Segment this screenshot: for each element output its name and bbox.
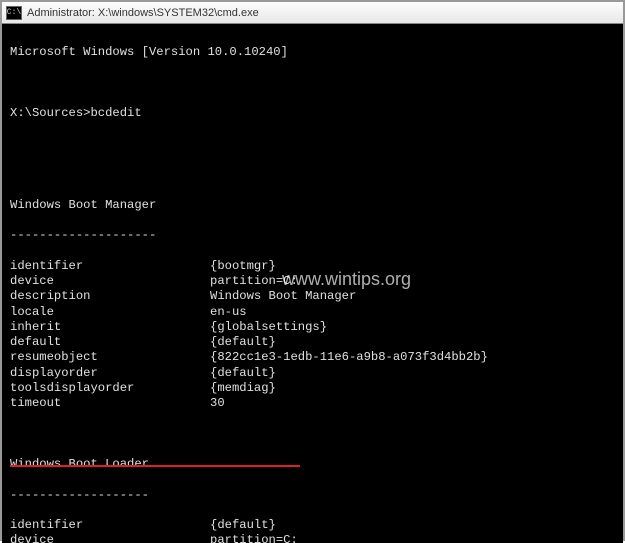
value: 30 xyxy=(210,396,225,411)
key: device xyxy=(10,533,210,543)
blank xyxy=(10,427,615,442)
boot-manager-row-locale: localeen-us xyxy=(10,305,615,320)
section-boot-manager-title: Windows Boot Manager xyxy=(10,198,615,213)
blank xyxy=(10,167,615,182)
boot-manager-row-resumeobject: resumeobject{822cc1e3-1edb-11e6-a9b8-a07… xyxy=(10,350,615,365)
blank xyxy=(10,76,615,91)
value: {default} xyxy=(210,518,276,533)
value: {default} xyxy=(210,366,276,381)
value: partition=C: xyxy=(210,533,298,543)
boot-loader-row-identifier: identifier{default} xyxy=(10,518,615,533)
key: resumeobject xyxy=(10,350,210,365)
highlight-underline-osdevice xyxy=(10,465,300,467)
cmd-icon: C:\ xyxy=(6,6,22,20)
value: {bootmgr} xyxy=(210,259,276,274)
value: {globalsettings} xyxy=(210,320,327,335)
value: Windows Boot Manager xyxy=(210,289,356,304)
value: {memdiag} xyxy=(210,381,276,396)
key: default xyxy=(10,335,210,350)
value: {822cc1e3-1edb-11e6-a9b8-a073f3d4bb2b} xyxy=(210,350,488,365)
boot-manager-row-timeout: timeout30 xyxy=(10,396,615,411)
boot-manager-row-displayorder: displayorder{default} xyxy=(10,366,615,381)
key: identifier xyxy=(10,259,210,274)
key: toolsdisplayorder xyxy=(10,381,210,396)
key: description xyxy=(10,289,210,304)
boot-manager-block: identifier{bootmgr}devicepartition=C:des… xyxy=(10,259,615,412)
key: displayorder xyxy=(10,366,210,381)
boot-loader-row-device: devicepartition=C: xyxy=(10,533,615,543)
boot-manager-row-description: descriptionWindows Boot Manager xyxy=(10,289,615,304)
titlebar[interactable]: C:\ Administrator: X:\windows\SYSTEM32\c… xyxy=(2,2,623,24)
key: locale xyxy=(10,305,210,320)
boot-manager-row-default: default{default} xyxy=(10,335,615,350)
value: partition=C: xyxy=(210,274,298,289)
divider: -------------------- xyxy=(10,228,615,243)
boot-loader-block: identifier{default}devicepartition=C:pat… xyxy=(10,518,615,543)
boot-manager-row-inherit: inherit{globalsettings} xyxy=(10,320,615,335)
boot-manager-row-toolsdisplayorder: toolsdisplayorder{memdiag} xyxy=(10,381,615,396)
prompt-bcdedit: X:\Sources>bcdedit xyxy=(10,106,615,121)
key: inherit xyxy=(10,320,210,335)
version-line: Microsoft Windows [Version 10.0.10240] xyxy=(10,45,615,60)
key: timeout xyxy=(10,396,210,411)
boot-manager-row-device: devicepartition=C: xyxy=(10,274,615,289)
boot-manager-row-identifier: identifier{bootmgr} xyxy=(10,259,615,274)
blank xyxy=(10,137,615,152)
key: identifier xyxy=(10,518,210,533)
window-title: Administrator: X:\windows\SYSTEM32\cmd.e… xyxy=(27,7,259,19)
divider: ------------------- xyxy=(10,488,615,503)
cmd-window: C:\ Administrator: X:\windows\SYSTEM32\c… xyxy=(2,2,623,543)
terminal-output[interactable]: Microsoft Windows [Version 10.0.10240] X… xyxy=(2,24,623,543)
value: {default} xyxy=(210,335,276,350)
value: en-us xyxy=(210,305,247,320)
key: device xyxy=(10,274,210,289)
